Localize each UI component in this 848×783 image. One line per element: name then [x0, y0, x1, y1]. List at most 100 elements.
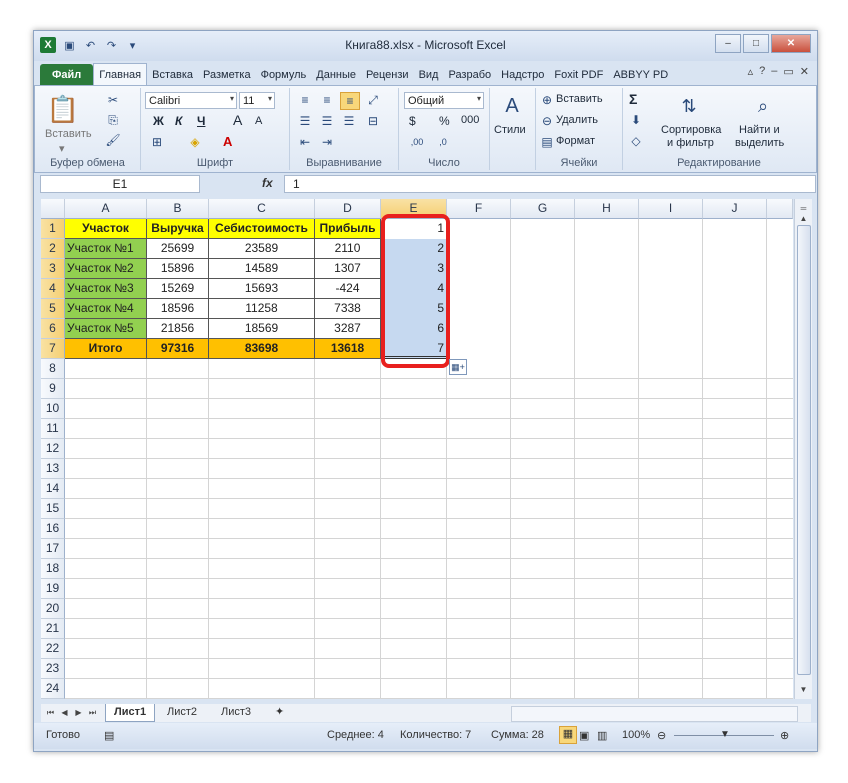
- cell-c3[interactable]: 14589: [209, 259, 315, 279]
- column-header-j[interactable]: J: [703, 199, 767, 219]
- next-sheet-icon[interactable]: ▶: [71, 705, 86, 720]
- currency-button[interactable]: $: [409, 114, 416, 128]
- formula-input[interactable]: 1: [284, 175, 816, 193]
- cell-a1[interactable]: Участок: [65, 219, 147, 239]
- cell-a2[interactable]: Участок №1: [65, 239, 147, 259]
- cell-d6[interactable]: 3287: [315, 319, 381, 339]
- cell-b7[interactable]: 97316: [147, 339, 209, 359]
- cell-b6[interactable]: 21856: [147, 319, 209, 339]
- percent-button[interactable]: %: [439, 114, 450, 128]
- zoom-level[interactable]: 100%: [622, 729, 650, 741]
- row-header-21[interactable]: 21: [41, 619, 65, 639]
- decrease-indent-icon[interactable]: ⇤: [296, 134, 314, 150]
- cell-a6[interactable]: Участок №5: [65, 319, 147, 339]
- tab-abbyy[interactable]: ABBYY PD: [608, 64, 673, 85]
- cell-b4[interactable]: 15269: [147, 279, 209, 299]
- zoom-out-icon[interactable]: ⊖: [657, 729, 666, 742]
- doc-minimize-icon[interactable]: –: [771, 65, 777, 78]
- align-center-icon[interactable]: ☰: [318, 113, 336, 129]
- cell-d7[interactable]: 13618: [315, 339, 381, 359]
- delete-cells-icon[interactable]: ⊖: [540, 114, 554, 128]
- paste-dropdown-icon[interactable]: ▾: [59, 142, 65, 155]
- row-header-5[interactable]: 5: [41, 299, 65, 319]
- underline-button[interactable]: Ч: [197, 114, 205, 128]
- tab-home[interactable]: Главная: [93, 63, 148, 85]
- copy-icon[interactable]: ⎘: [105, 112, 121, 128]
- styles-icon[interactable]: A: [500, 92, 524, 120]
- zoom-in-icon[interactable]: ⊕: [780, 729, 789, 742]
- column-header-i[interactable]: I: [639, 199, 703, 219]
- number-format-select[interactable]: Общий ▾: [404, 92, 484, 109]
- vertical-scrollbar[interactable]: ═ ▲ ▼: [794, 199, 812, 699]
- new-sheet-icon[interactable]: ✦: [267, 704, 292, 721]
- column-header-g[interactable]: G: [511, 199, 575, 219]
- row-header-14[interactable]: 14: [41, 479, 65, 499]
- find-select-icon[interactable]: ⌕: [749, 92, 777, 120]
- row-header-17[interactable]: 17: [41, 539, 65, 559]
- align-bottom-icon[interactable]: ≡: [340, 92, 360, 110]
- row-header-9[interactable]: 9: [41, 379, 65, 399]
- vertical-scroll-thumb[interactable]: [797, 225, 811, 675]
- align-left-icon[interactable]: ☰: [296, 113, 314, 129]
- row-header-4[interactable]: 4: [41, 279, 65, 299]
- column-header-c[interactable]: C: [209, 199, 315, 219]
- cell-b1[interactable]: Выручка: [147, 219, 209, 239]
- prev-sheet-icon[interactable]: ◀: [57, 705, 72, 720]
- autosum-button[interactable]: Σ: [629, 91, 637, 107]
- row-header-15[interactable]: 15: [41, 499, 65, 519]
- fx-icon[interactable]: fx: [262, 176, 273, 190]
- cell-c6[interactable]: 18569: [209, 319, 315, 339]
- font-name-select[interactable]: Calibri ▾: [145, 92, 237, 109]
- last-sheet-icon[interactable]: ⏭: [85, 705, 100, 720]
- increase-indent-icon[interactable]: ⇥: [318, 134, 336, 150]
- row-header-24[interactable]: 24: [41, 679, 65, 699]
- paste-icon[interactable]: 📋: [47, 92, 79, 126]
- column-header-d[interactable]: D: [315, 199, 381, 219]
- doc-restore-icon[interactable]: ▭: [783, 65, 793, 78]
- cell-b5[interactable]: 18596: [147, 299, 209, 319]
- cell-d1[interactable]: Прибыль: [315, 219, 381, 239]
- decrease-decimal-icon[interactable]: ,0: [433, 134, 453, 150]
- column-header-h[interactable]: H: [575, 199, 639, 219]
- row-header-10[interactable]: 10: [41, 399, 65, 419]
- horizontal-scrollbar[interactable]: [511, 706, 798, 722]
- cell-a5[interactable]: Участок №4: [65, 299, 147, 319]
- shrink-font-button[interactable]: A: [255, 115, 262, 127]
- cell-d4[interactable]: -424: [315, 279, 381, 299]
- row-header-19[interactable]: 19: [41, 579, 65, 599]
- fill-color-icon[interactable]: ◈: [187, 134, 203, 150]
- sort-filter-label-2[interactable]: и фильтр: [667, 137, 714, 149]
- help-icon[interactable]: ?: [759, 65, 765, 78]
- row-header-7[interactable]: 7: [41, 339, 65, 359]
- worksheet-grid[interactable]: A B C D E F G H I J 1 2 3 4 5 6 7 8 9 10…: [41, 199, 793, 699]
- align-middle-icon[interactable]: ≡: [318, 92, 336, 108]
- fill-icon[interactable]: ⬇: [629, 113, 643, 127]
- row-header-6[interactable]: 6: [41, 319, 65, 339]
- select-all-corner[interactable]: [41, 199, 65, 219]
- row-header-13[interactable]: 13: [41, 459, 65, 479]
- row-header-18[interactable]: 18: [41, 559, 65, 579]
- minimize-button[interactable]: –: [715, 34, 741, 53]
- increase-decimal-icon[interactable]: ,00: [407, 134, 427, 150]
- format-painter-icon[interactable]: 🖌: [105, 132, 121, 148]
- cell-a4[interactable]: Участок №3: [65, 279, 147, 299]
- tab-addins[interactable]: Надстро: [496, 64, 549, 85]
- normal-view-icon[interactable]: ▦: [559, 726, 577, 744]
- paste-button[interactable]: Вставить: [45, 128, 92, 140]
- delete-cells-button[interactable]: Удалить: [556, 114, 598, 126]
- format-cells-button[interactable]: Формат: [556, 135, 595, 147]
- sheet-tab-3[interactable]: Лист3: [213, 704, 259, 721]
- align-top-icon[interactable]: ≡: [296, 92, 314, 108]
- italic-button[interactable]: К: [175, 114, 182, 128]
- first-sheet-icon[interactable]: ⏮: [43, 705, 58, 720]
- sort-filter-icon[interactable]: ⇅: [675, 92, 703, 120]
- find-select-label-2[interactable]: выделить: [735, 137, 784, 149]
- cell-d3[interactable]: 1307: [315, 259, 381, 279]
- orientation-icon[interactable]: ⤢: [364, 92, 382, 108]
- styles-button[interactable]: Стили: [494, 124, 526, 136]
- name-box[interactable]: E1: [40, 175, 200, 193]
- format-cells-icon[interactable]: ▤: [540, 135, 554, 149]
- row-header-20[interactable]: 20: [41, 599, 65, 619]
- tab-page-layout[interactable]: Разметка: [198, 64, 256, 85]
- tab-developer[interactable]: Разрабо: [443, 64, 496, 85]
